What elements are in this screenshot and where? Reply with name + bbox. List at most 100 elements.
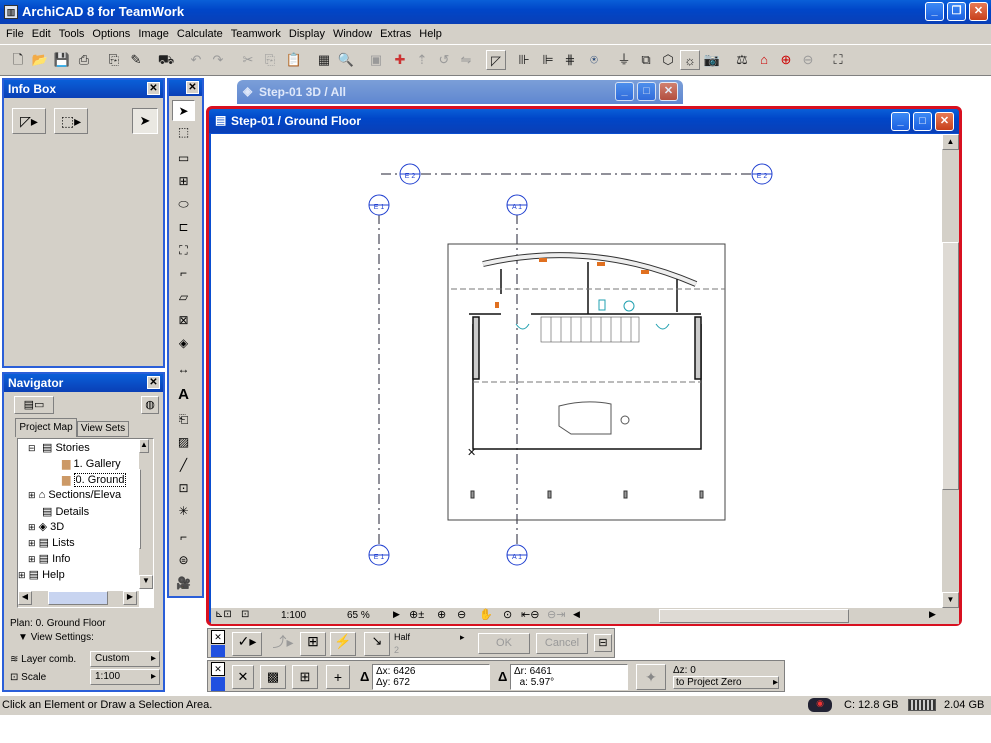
drag-icon[interactable]: ✚ [390, 50, 410, 70]
new-icon[interactable]: 🗋 [8, 50, 28, 70]
tab-project-map[interactable]: Project Map [15, 418, 77, 437]
figure-tool-icon[interactable]: ⊡ [172, 478, 195, 499]
magic-icon[interactable]: ⚡ [330, 632, 356, 656]
tree-item-gallery[interactable]: ▆ 1. Gallery [62, 457, 121, 470]
scroll-right-icon[interactable]: ▶ [123, 591, 137, 605]
dimension-tool-icon[interactable]: ↔ [172, 359, 195, 380]
layout-view-icon[interactable]: ⊡ [241, 609, 249, 620]
dr-angle-field[interactable]: Δr: 6461 a: 5.97° [510, 664, 628, 690]
scale-readout[interactable]: 1:100 [281, 610, 306, 621]
distribute-icon[interactable]: ⋕ [560, 50, 580, 70]
scroll-up-icon[interactable]: ▲ [139, 439, 149, 453]
check-tool-icon[interactable]: ✓▸ [232, 632, 262, 656]
construction-grid-icon[interactable]: ⊞ [292, 665, 318, 689]
plan-scroll-down-icon[interactable]: ▼ [942, 592, 959, 608]
copy-icon[interactable]: ⎘ [260, 50, 280, 70]
layer-comb-dropdown[interactable]: Custom ▸ [90, 651, 160, 667]
navigator-close-icon[interactable]: ✕ [147, 376, 160, 389]
plan-window-title-bar[interactable]: ▤ Step-01 / Ground Floor _ □ ✕ [209, 109, 959, 133]
minimize-button[interactable]: _ [925, 2, 944, 21]
plan-view-icon[interactable]: ⊾⊡ [215, 609, 232, 620]
grid-snap-icon[interactable]: ▩ [260, 665, 286, 689]
cube-icon[interactable]: ⬡ [658, 50, 678, 70]
tab-view-sets[interactable]: View Sets [77, 421, 129, 437]
group-icon[interactable]: ▣ [366, 50, 386, 70]
relative-r-icon[interactable]: Δ [498, 669, 507, 684]
marquee-tool-icon[interactable]: ⬚ [172, 122, 195, 143]
elevation-icon[interactable]: ✦ [636, 664, 666, 690]
ok-button[interactable]: OK [478, 633, 530, 654]
rotate-icon[interactable]: ↺ [434, 50, 454, 70]
grid-icon[interactable]: ▦ [314, 50, 334, 70]
scroll-thumb[interactable] [139, 469, 141, 549]
tree-item-3d[interactable]: ⊞ ◈ 3D [28, 520, 64, 533]
info-box-close-icon[interactable]: ✕ [147, 82, 160, 95]
scroll-down-icon[interactable]: ▼ [139, 575, 153, 589]
navigator-options-icon[interactable]: ◍ [141, 396, 159, 414]
half-menu-icon[interactable]: ▸ [460, 632, 465, 643]
layers-icon[interactable]: ⧉ [636, 50, 656, 70]
redo-icon[interactable]: ↷ [208, 50, 228, 70]
camera-tool-icon[interactable]: 🎥 [172, 573, 195, 594]
window-3d-title-bar[interactable]: ◈ Step-01 3D / All _ □ ✕ [237, 80, 683, 104]
hotspot-tool-icon[interactable]: ✳ [172, 501, 195, 522]
measure-icon[interactable]: ⚖ [732, 50, 752, 70]
fit-window-icon[interactable]: ⛶ [828, 50, 848, 70]
cancel-button[interactable]: Cancel [536, 633, 588, 654]
tree-item-lists[interactable]: ⊞ ▤ Lists [28, 536, 75, 549]
house-icon[interactable]: ⌂ [754, 50, 774, 70]
tree-item-ground[interactable]: ▆ 0. Ground [62, 473, 127, 487]
plan-maximize-button[interactable]: □ [913, 112, 932, 131]
tree-horizontal-scrollbar[interactable]: ◀ ▶ [18, 591, 139, 607]
menu-item-options[interactable]: Options [88, 24, 134, 44]
fill-tool-icon[interactable]: ▨ [172, 432, 195, 453]
zoom-out-small-icon[interactable]: ⊖ [457, 608, 466, 621]
panel-toggle-icon[interactable]: ⊟ [594, 634, 612, 652]
menu-item-window[interactable]: Window [329, 24, 376, 44]
fit-drawing-icon[interactable]: ⊞ [300, 632, 326, 656]
plan-scroll-up-icon[interactable]: ▲ [942, 134, 959, 150]
plan-scroll-thumb[interactable] [942, 242, 959, 490]
delete-icon[interactable]: ✕ [232, 665, 254, 689]
3d-close-button[interactable]: ✕ [659, 82, 678, 101]
pan-icon[interactable]: ✋ [479, 608, 493, 621]
3d-maximize-button[interactable]: □ [637, 82, 656, 101]
tree-expander-stories[interactable]: ⊟ [28, 443, 36, 454]
zoom-readout[interactable]: 65 % [347, 610, 370, 621]
restore-button[interactable]: ❐ [947, 2, 966, 21]
menu-item-edit[interactable]: Edit [28, 24, 55, 44]
tree-item-details[interactable]: ▤ Details [42, 505, 89, 518]
zoom-area-icon[interactable]: ⊕± [409, 608, 424, 621]
stair-tool-icon[interactable]: ⌐ [172, 263, 195, 284]
plan-minimize-button[interactable]: _ [891, 112, 910, 131]
menu-item-calculate[interactable]: Calculate [173, 24, 227, 44]
pen-icon[interactable]: ✎ [126, 50, 146, 70]
slab-tool-icon[interactable]: ▱ [172, 287, 195, 308]
h-scroll-right-icon[interactable]: ▶ [929, 609, 936, 620]
menu-item-file[interactable]: File [2, 24, 28, 44]
save-icon[interactable]: 💾 [52, 50, 72, 70]
plan-close-button[interactable]: ✕ [935, 112, 954, 131]
add-point-icon[interactable]: + [326, 665, 350, 689]
cut-icon[interactable]: ✂ [238, 50, 258, 70]
scroll-left-icon[interactable]: ◀ [18, 591, 32, 605]
sun-icon[interactable]: ☼ [680, 50, 700, 70]
plot-icon[interactable]: ⎘ [104, 50, 124, 70]
project-map-icon[interactable]: ▤▭ [14, 396, 54, 414]
section-tool-icon[interactable]: ⌐ [172, 527, 195, 548]
h-scroll-thumb[interactable] [659, 609, 849, 623]
mesh-tool-icon[interactable]: ◈ [172, 333, 195, 354]
open-icon[interactable]: 📂 [30, 50, 50, 70]
scale-dropdown[interactable]: 1:100 ▸ [90, 669, 160, 685]
previous-zoom-icon[interactable]: ⇤⊖ [521, 608, 539, 621]
fit-icon[interactable]: ⊙ [503, 608, 512, 621]
dz-field[interactable]: Δz: 0 to Project Zero ▸ [670, 664, 782, 690]
mirror-icon[interactable]: ⇋ [456, 50, 476, 70]
menu-item-extras[interactable]: Extras [376, 24, 415, 44]
door-tool-icon[interactable]: ⊏ [172, 217, 195, 238]
dx-dy-field[interactable]: Δx: 6426 Δy: 672 [372, 664, 490, 690]
detail-tool-icon[interactable]: ⊜ [172, 550, 195, 571]
beam-tool-icon[interactable]: ⬭ [172, 194, 195, 215]
plan-canvas[interactable]: E 2 E 2 E 1 A 1 E 1 A 1 ✕ [211, 134, 942, 608]
gravity-icon[interactable]: ◸ [486, 50, 506, 70]
